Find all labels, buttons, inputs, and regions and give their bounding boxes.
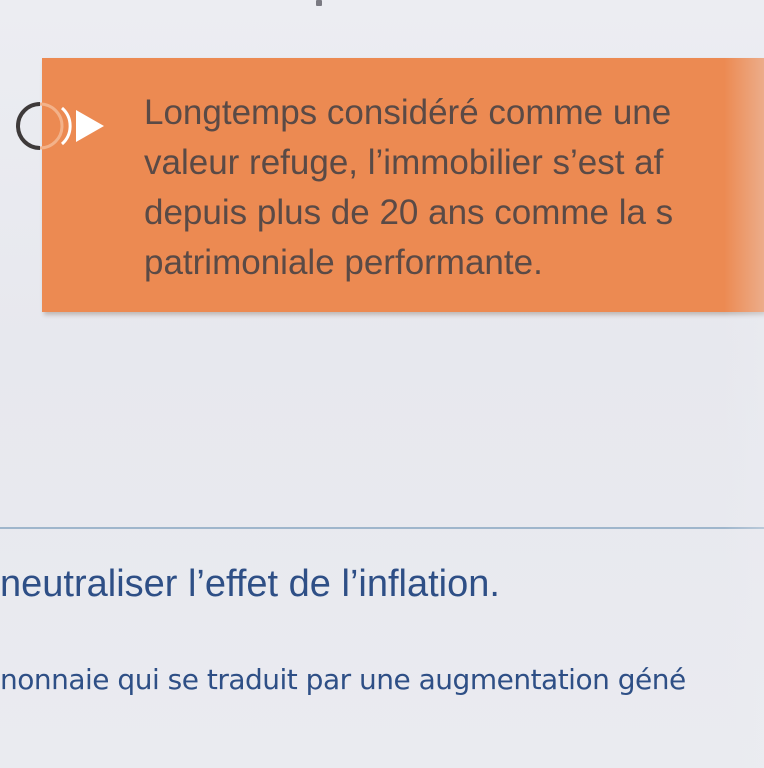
callout-line: Longtemps considéré comme une [144, 93, 672, 132]
callout-line: patrimoniale performante. [144, 243, 543, 282]
section-divider [0, 527, 764, 529]
callout-text: Longtemps considéré comme une valeur ref… [144, 88, 764, 288]
section-heading: neutraliser l’effet de l’inflation. [0, 563, 500, 605]
document-page: Longtemps considéré comme une valeur ref… [0, 0, 764, 768]
callout-line: valeur refuge, l’immobilier s’est af [144, 143, 664, 182]
callout-line: depuis plus de 20 ans comme la s [144, 193, 674, 232]
circle-arrow-icon [16, 102, 104, 150]
orange-callout-box: Longtemps considéré comme une valeur ref… [42, 58, 764, 312]
body-paragraph-line: nonnaie qui se traduit par une augmentat… [0, 663, 686, 696]
top-text-fragment [316, 0, 322, 6]
